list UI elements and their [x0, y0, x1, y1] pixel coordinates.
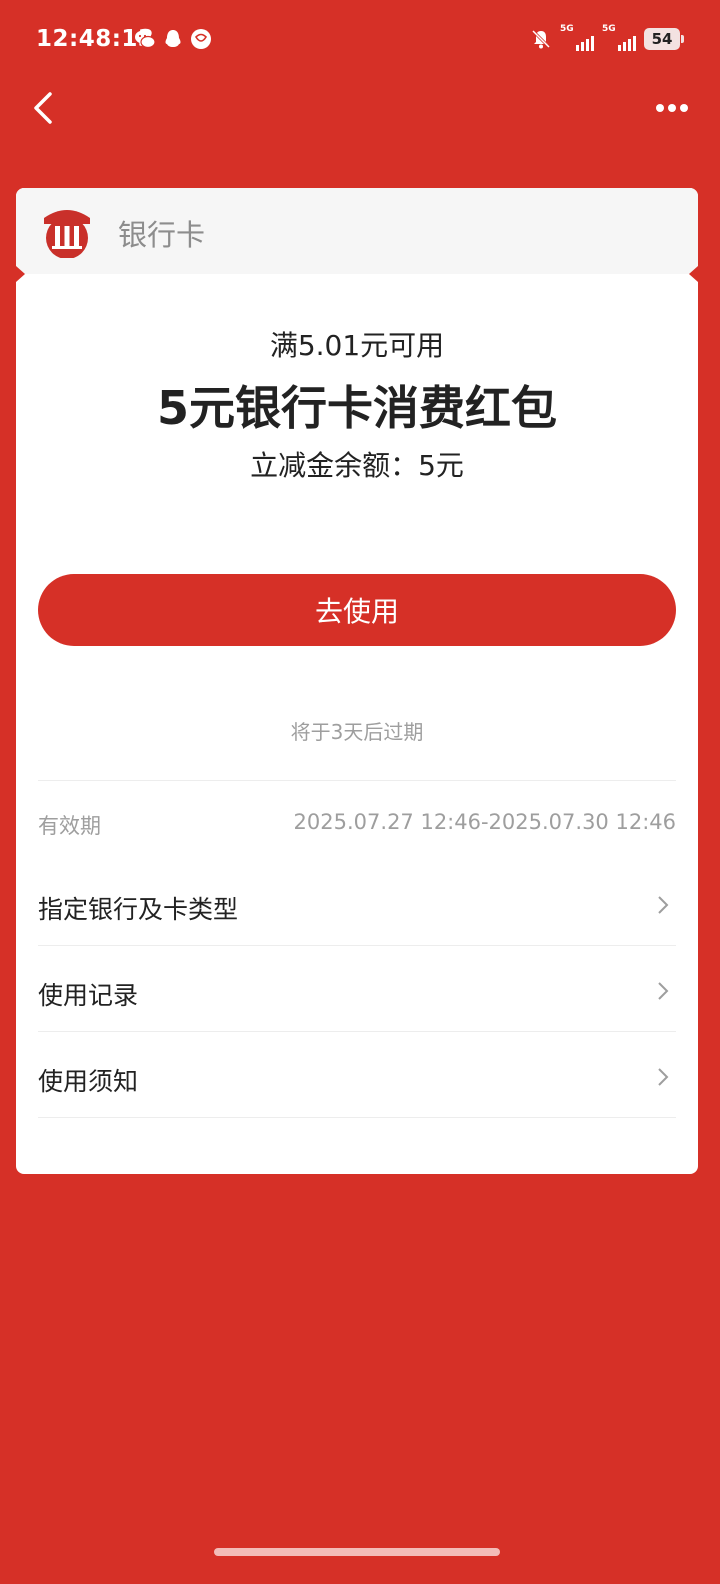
chevron-right-icon: [658, 982, 669, 1000]
more-button[interactable]: [656, 96, 690, 120]
chevron-right-icon: [658, 896, 669, 914]
menu-row-usage-notes[interactable]: 使用须知: [38, 1034, 676, 1120]
menu-row-label: 使用须知: [38, 1067, 139, 1096]
menu-row-label: 指定银行及卡类型: [38, 895, 239, 924]
ticket-notch-left: [16, 266, 25, 282]
bell-muted-icon: [531, 29, 551, 49]
app-notification-icon: [191, 29, 211, 49]
qq-icon: [165, 30, 181, 47]
more-dots-icon: [656, 104, 664, 112]
divider: [38, 780, 676, 781]
coupon-balance: 立减金余额：5元: [250, 449, 464, 482]
notification-icons: [134, 28, 212, 50]
signal-icon-2: 5G: [602, 24, 636, 51]
divider: [38, 1117, 676, 1118]
use-now-button[interactable]: 去使用: [38, 574, 676, 646]
validity-value: 2025.07.27 12:46-2025.07.30 12:46: [293, 810, 676, 834]
ticket-notch-right: [689, 266, 698, 282]
status-bar: 12:48:13 5G 5G 54: [0, 0, 720, 80]
menu-row-usage-records[interactable]: 使用记录: [38, 948, 676, 1034]
coupon-card: 银行卡 满5.01元可用 5元银行卡消费红包 立减金余额：5元 去使用 将于3天…: [16, 188, 698, 1174]
coupon-title: 5元银行卡消费红包: [156, 381, 557, 435]
signal-icon-1: 5G: [560, 24, 594, 51]
chevron-right-icon: [658, 1068, 669, 1086]
network-type-label: 5G: [602, 24, 616, 34]
bank-icon: [44, 210, 90, 258]
battery-indicator: 54: [644, 28, 684, 50]
menu-row-label: 使用记录: [38, 981, 139, 1010]
wechat-icon: [135, 30, 156, 49]
validity-label: 有效期: [38, 814, 101, 838]
divider: [38, 1031, 676, 1032]
card-header: 银行卡: [16, 188, 698, 274]
menu-row-bank-card-type[interactable]: 指定银行及卡类型: [38, 862, 676, 948]
network-type-label: 5G: [560, 24, 574, 34]
back-button[interactable]: [30, 88, 60, 128]
home-indicator[interactable]: [214, 1548, 500, 1556]
expire-note: 将于3天后过期: [290, 720, 424, 744]
usage-condition: 满5.01元可用: [269, 329, 445, 362]
divider: [38, 945, 676, 946]
card-type-label: 银行卡: [118, 218, 206, 252]
